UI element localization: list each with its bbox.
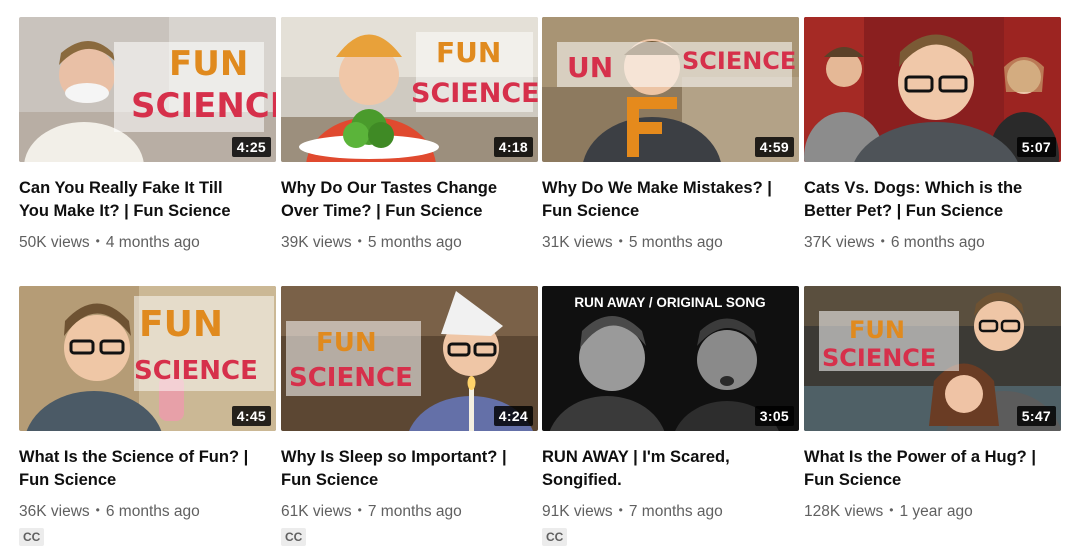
video-title[interactable]: What Is the Power of a Hug? | Fun Scienc… (804, 446, 1061, 492)
closed-captions-badge: CC (542, 528, 568, 546)
video-title[interactable]: RUN AWAY | I'm Scared, Songified. (542, 446, 799, 492)
upload-age: 7 months ago (367, 503, 462, 520)
view-count: 36K views (19, 503, 90, 520)
duration-badge: 4:24 (493, 406, 533, 426)
video-metadata: 36K views • 6 months ago (19, 502, 276, 522)
video-thumbnail[interactable]: FUN SCIENCE 4:18 (281, 17, 538, 162)
upload-age: 1 year ago (899, 503, 973, 520)
svg-text:SCIENCE: SCIENCE (682, 47, 796, 75)
video-title[interactable]: Why Is Sleep so Important? | Fun Science (281, 446, 538, 492)
view-count: 61K views (281, 503, 352, 520)
svg-text:RUN AWAY / ORIGINAL SONG: RUN AWAY / ORIGINAL SONG (574, 295, 765, 310)
svg-text:FUN: FUN (169, 44, 248, 84)
upload-age: 7 months ago (628, 503, 723, 520)
upload-age: 4 months ago (105, 234, 200, 251)
video-metadata: 91K views • 7 months ago (542, 502, 799, 522)
duration-badge: 5:07 (1016, 137, 1056, 157)
video-card[interactable]: FUN SCIENCE 4:24 Why Is Sleep so Importa… (281, 286, 538, 546)
svg-text:SCIENCE: SCIENCE (822, 344, 936, 372)
upload-age: 6 months ago (890, 234, 985, 251)
svg-text:SCIENCE: SCIENCE (289, 363, 413, 393)
video-thumbnail[interactable]: FUN SCIENCE 4:45 (19, 286, 276, 431)
separator-dot: • (357, 503, 362, 517)
video-title[interactable]: What Is the Science of Fun? | Fun Scienc… (19, 446, 276, 492)
separator-dot: • (95, 234, 100, 248)
closed-captions-badge: CC (281, 528, 307, 546)
separator-dot: • (889, 503, 894, 517)
video-thumbnail[interactable]: UN SCIENCE 4:59 (542, 17, 799, 162)
upload-age: 5 months ago (628, 234, 723, 251)
separator-dot: • (880, 234, 885, 248)
svg-text:FUN: FUN (316, 328, 377, 358)
view-count: 39K views (281, 234, 352, 251)
separator-dot: • (618, 503, 623, 517)
duration-badge: 3:05 (754, 406, 794, 426)
separator-dot: • (95, 503, 100, 517)
video-thumbnail[interactable]: FUN SCIENCE 4:25 (19, 17, 276, 162)
video-thumbnail[interactable]: 5:07 (804, 17, 1061, 162)
duration-badge: 4:59 (754, 137, 794, 157)
duration-badge: 4:25 (231, 137, 271, 157)
video-card[interactable]: FUN SCIENCE 5:47 What Is the Power of a … (804, 286, 1061, 522)
view-count: 50K views (19, 234, 90, 251)
video-metadata: 50K views • 4 months ago (19, 233, 276, 253)
video-metadata: 31K views • 5 months ago (542, 233, 799, 253)
svg-text:FUN: FUN (139, 304, 223, 345)
video-metadata: 61K views • 7 months ago (281, 502, 538, 522)
view-count: 91K views (542, 503, 613, 520)
video-title[interactable]: Can You Really Fake It Till You Make It?… (19, 177, 276, 223)
svg-text:SCIENCE: SCIENCE (134, 356, 258, 386)
svg-text:SCIENCE: SCIENCE (411, 78, 538, 109)
view-count: 37K views (804, 234, 875, 251)
svg-text:UN: UN (567, 51, 613, 84)
video-thumbnail[interactable]: RUN AWAY / ORIGINAL SONG 3:05 (542, 286, 799, 431)
view-count: 128K views (804, 503, 884, 520)
video-card[interactable]: FUN SCIENCE 4:25 Can You Really Fake It … (19, 17, 276, 253)
closed-captions-badge: CC (19, 528, 45, 546)
svg-text:SCIENCE: SCIENCE (131, 86, 276, 126)
video-card[interactable]: FUN SCIENCE 4:45 What Is the Science of … (19, 286, 276, 546)
separator-dot: • (357, 234, 362, 248)
upload-age: 6 months ago (105, 503, 200, 520)
video-card[interactable]: UN SCIENCE 4:59 Why Do We Make Mistakes?… (542, 17, 799, 253)
svg-text:FUN: FUN (436, 36, 501, 69)
video-thumbnail[interactable]: FUN SCIENCE 5:47 (804, 286, 1061, 431)
duration-badge: 4:18 (493, 137, 533, 157)
video-card[interactable]: 5:07 Cats Vs. Dogs: Which is the Better … (804, 17, 1061, 253)
video-card[interactable]: FUN SCIENCE 4:18 Why Do Our Tastes Chang… (281, 17, 538, 253)
video-title[interactable]: Why Do We Make Mistakes? | Fun Science (542, 177, 799, 223)
view-count: 31K views (542, 234, 613, 251)
svg-text:FUN: FUN (849, 316, 905, 344)
video-card[interactable]: RUN AWAY / ORIGINAL SONG 3:05 RUN AWAY |… (542, 286, 799, 546)
duration-badge: 5:47 (1016, 406, 1056, 426)
video-title[interactable]: Why Do Our Tastes Change Over Time? | Fu… (281, 177, 538, 223)
duration-badge: 4:45 (231, 406, 271, 426)
video-thumbnail[interactable]: FUN SCIENCE 4:24 (281, 286, 538, 431)
video-metadata: 37K views • 6 months ago (804, 233, 1061, 253)
upload-age: 5 months ago (367, 234, 462, 251)
video-metadata: 128K views • 1 year ago (804, 502, 1061, 522)
video-metadata: 39K views • 5 months ago (281, 233, 538, 253)
separator-dot: • (618, 234, 623, 248)
video-title[interactable]: Cats Vs. Dogs: Which is the Better Pet? … (804, 177, 1061, 223)
